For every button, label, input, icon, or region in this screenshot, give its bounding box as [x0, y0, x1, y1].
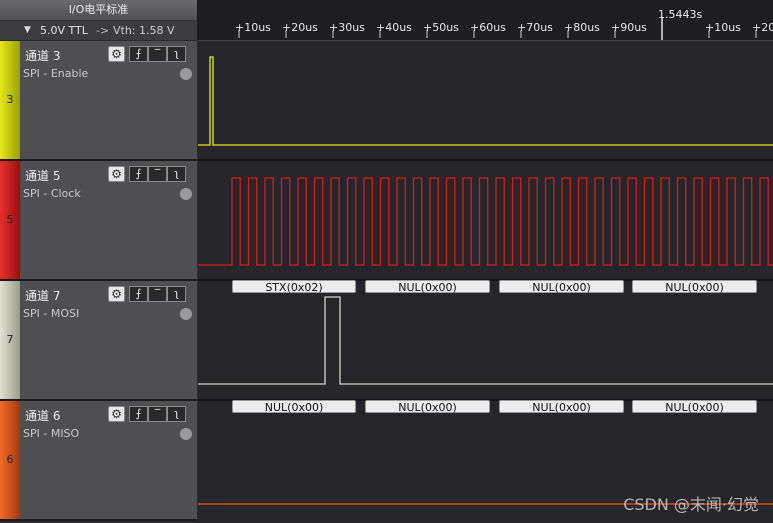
channel-subtitle: SPI - Enable	[23, 67, 89, 80]
io-standard-header: I/O电平标准 ▼ 5.0V TTL -> Vth: 1.58 V	[0, 0, 198, 40]
ruler-tick-label: +20	[752, 21, 773, 34]
channel-name[interactable]: 通道 6	[25, 407, 60, 424]
rising-edge-trigger-icon[interactable]: ⨍	[129, 406, 148, 422]
channel-status-dot	[180, 68, 192, 80]
ruler-tick-label: +10us	[705, 21, 741, 34]
ruler-tick-label: +20us	[282, 21, 318, 34]
ruler-tick-label: +80us	[564, 21, 600, 34]
channel-status-dot	[180, 428, 192, 440]
voltage-standard-label: 5.0V TTL	[40, 24, 88, 37]
waveform-area[interactable]: STX(0x02) NUL(0x00) NUL(0x00) NUL(0x00) …	[198, 41, 773, 523]
time-ruler[interactable]: +10us +20us +30us +40us +50us +60us +70us +80us…	[198, 0, 773, 41]
falling-edge-trigger-icon[interactable]: ʅ	[167, 286, 186, 302]
high-level-trigger-icon[interactable]: ‾	[148, 46, 167, 62]
watermark: CSDN @末闻·幻觉	[623, 495, 759, 514]
dropdown-arrow-icon[interactable]: ▼	[24, 21, 31, 40]
arrow-separator: ->	[96, 24, 110, 37]
channel-trigger-buttons: ⚙ ⨍ ‾ ʅ	[108, 286, 195, 302]
time-marker-label: 1.5443s	[658, 8, 702, 21]
gear-icon[interactable]: ⚙	[108, 46, 125, 62]
channel-trigger-buttons: ⚙ ⨍ ‾ ʅ	[108, 166, 195, 182]
mosi-decoded-byte[interactable]: NUL(0x00)	[632, 280, 757, 294]
ruler-tick-label: +70us	[517, 21, 553, 34]
falling-edge-trigger-icon[interactable]: ʅ	[167, 166, 186, 182]
ruler-tick-label: +50us	[423, 21, 459, 34]
high-level-trigger-icon[interactable]: ‾	[148, 406, 167, 422]
mosi-waveform	[198, 296, 773, 385]
ruler-tick-label: +60us	[470, 21, 506, 34]
time-ruler-svg: +10us +20us +30us +40us +50us +60us +70us +80us…	[235, 8, 773, 40]
falling-edge-trigger-icon[interactable]: ʅ	[167, 46, 186, 62]
ruler-tick-label: +40us	[376, 21, 412, 34]
clock-waveform	[198, 177, 773, 266]
miso-decoded-byte[interactable]: NUL(0x00)	[365, 400, 490, 414]
io-standard-title: I/O电平标准	[0, 0, 197, 21]
ruler-tick-label: +10us	[235, 21, 271, 34]
io-voltage-selector[interactable]: ▼ 5.0V TTL -> Vth: 1.58 V	[0, 21, 197, 40]
channel-subtitle: SPI - Clock	[23, 187, 81, 200]
channel-subtitle: SPI - MOSI	[23, 307, 80, 320]
miso-decoded-byte[interactable]: NUL(0x00)	[232, 400, 356, 414]
channel-row-3[interactable]: 3 通道 3 SPI - Enable ⚙ ⨍ ‾ ʅ	[0, 41, 197, 161]
channel-row-5[interactable]: 5 通道 5 SPI - Clock ⚙ ⨍ ‾ ʅ	[0, 161, 197, 281]
channel-name[interactable]: 通道 5	[25, 167, 60, 184]
channel-status-dot	[180, 308, 192, 320]
channel-row-6[interactable]: 6 通道 6 SPI - MISO ⚙ ⨍ ‾ ʅ	[0, 401, 197, 521]
miso-decoded-byte[interactable]: NUL(0x00)	[499, 400, 624, 414]
mosi-decoded-byte[interactable]: NUL(0x00)	[499, 280, 624, 294]
channel-row-7[interactable]: 7 通道 7 SPI - MOSI ⚙ ⨍ ‾ ʅ	[0, 281, 197, 401]
gear-icon[interactable]: ⚙	[108, 406, 125, 422]
channel-index: 3	[6, 93, 14, 106]
enable-waveform	[198, 56, 773, 146]
high-level-trigger-icon[interactable]: ‾	[148, 286, 167, 302]
ruler-tick-label: +90us	[611, 21, 647, 34]
high-level-trigger-icon[interactable]: ‾	[148, 166, 167, 182]
channel-index: 6	[6, 453, 14, 466]
mosi-decoded-byte[interactable]: STX(0x02)	[232, 280, 356, 294]
rising-edge-trigger-icon[interactable]: ⨍	[129, 286, 148, 302]
threshold-voltage-label: Vth: 1.58 V	[113, 24, 175, 37]
mosi-decoded-byte[interactable]: NUL(0x00)	[365, 280, 490, 294]
falling-edge-trigger-icon[interactable]: ʅ	[167, 406, 186, 422]
channel-subtitle: SPI - MISO	[23, 427, 80, 440]
logic-analyzer-window: I/O电平标准 ▼ 5.0V TTL -> Vth: 1.58 V +10us +…	[0, 0, 773, 523]
channel-index: 5	[6, 213, 14, 226]
channel-trigger-buttons: ⚙ ⨍ ‾ ʅ	[108, 406, 195, 422]
miso-decoded-byte[interactable]: NUL(0x00)	[632, 400, 757, 414]
gear-icon[interactable]: ⚙	[108, 166, 125, 182]
channel-index: 7	[6, 333, 14, 346]
channel-name[interactable]: 通道 7	[25, 287, 60, 304]
rising-edge-trigger-icon[interactable]: ⨍	[129, 46, 148, 62]
channel-status-dot	[180, 188, 192, 200]
ruler-tick-label: +30us	[329, 21, 365, 34]
gear-icon[interactable]: ⚙	[108, 286, 125, 302]
channel-trigger-buttons: ⚙ ⨍ ‾ ʅ	[108, 46, 195, 62]
channel-name[interactable]: 通道 3	[25, 47, 60, 64]
rising-edge-trigger-icon[interactable]: ⨍	[129, 166, 148, 182]
